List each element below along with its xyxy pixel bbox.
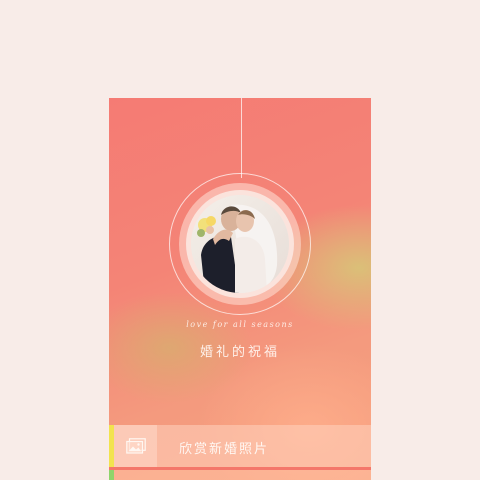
menu-item-accent (109, 470, 114, 480)
couple-photo[interactable] (186, 190, 294, 298)
page: love for all seasons 婚礼的祝福 欣赏新婚照片 (0, 0, 480, 480)
card-title: 婚礼的祝福 (199, 345, 280, 360)
menu-item-label: 欣赏新婚照片 (179, 442, 270, 457)
menu-item-next[interactable] (109, 470, 371, 480)
menu-item-view-photos[interactable]: 欣赏新婚照片 (109, 425, 371, 467)
tagline: love for all seasons (186, 320, 294, 329)
couple-photo-image (191, 195, 289, 293)
photo-gallery-icon (114, 425, 157, 467)
hanging-string (241, 98, 242, 178)
wedding-card: love for all seasons 婚礼的祝福 欣赏新婚照片 (109, 98, 371, 480)
